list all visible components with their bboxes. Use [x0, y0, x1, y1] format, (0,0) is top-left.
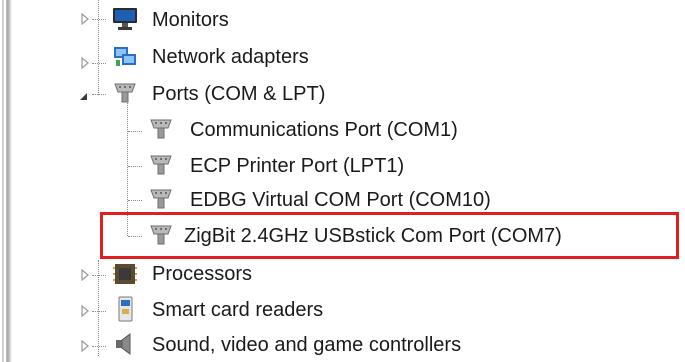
- tree-item-smart-card-readers[interactable]: Smart card readers: [0, 291, 685, 327]
- device-manager-tree-view: Monitors Network adapters Ports (COM & L…: [0, 0, 685, 362]
- expand-arrow-icon[interactable]: [80, 269, 90, 281]
- device-tree: Monitors Network adapters Ports (COM & L…: [0, 0, 685, 362]
- tree-item-label: Sound, video and game controllers: [152, 334, 462, 356]
- tree-item-label: ECP Printer Port (LPT1): [190, 155, 405, 177]
- highlight-box: [100, 212, 679, 259]
- expand-arrow-icon[interactable]: [80, 57, 90, 69]
- tree-item-sound-video-game[interactable]: Sound, video and game controllers: [0, 326, 685, 362]
- tree-item-lpt1[interactable]: ECP Printer Port (LPT1): [0, 148, 685, 184]
- tree-item-label: Smart card readers: [152, 299, 324, 321]
- port-connector-icon: [110, 78, 140, 108]
- tree-item-label: Network adapters: [152, 46, 309, 68]
- tree-item-label: Ports (COM & LPT): [152, 83, 326, 105]
- processor-icon: [110, 259, 140, 289]
- collapse-arrow-icon[interactable]: [78, 90, 88, 102]
- monitor-icon: [110, 3, 140, 33]
- port-connector-icon: [146, 184, 176, 214]
- speaker-icon: [110, 329, 140, 359]
- smart-card-reader-icon: [110, 294, 140, 324]
- tree-item-com1[interactable]: Communications Port (COM1): [0, 112, 685, 148]
- network-adapter-icon: [110, 41, 140, 71]
- tree-item-processors[interactable]: Processors: [0, 256, 685, 292]
- tree-item-monitors[interactable]: Monitors: [0, 0, 685, 36]
- expand-arrow-icon[interactable]: [80, 340, 90, 352]
- expand-arrow-icon[interactable]: [80, 305, 90, 317]
- port-connector-icon: [146, 114, 176, 144]
- port-connector-icon: [146, 150, 176, 180]
- tree-item-label: Communications Port (COM1): [190, 119, 458, 141]
- tree-item-label: EDBG Virtual COM Port (COM10): [190, 189, 491, 211]
- tree-item-ports[interactable]: Ports (COM & LPT): [0, 76, 685, 112]
- tree-item-network-adapters[interactable]: Network adapters: [0, 38, 685, 74]
- expand-arrow-icon[interactable]: [80, 13, 90, 25]
- tree-item-label: Monitors: [152, 9, 229, 31]
- tree-item-label: Processors: [152, 263, 253, 285]
